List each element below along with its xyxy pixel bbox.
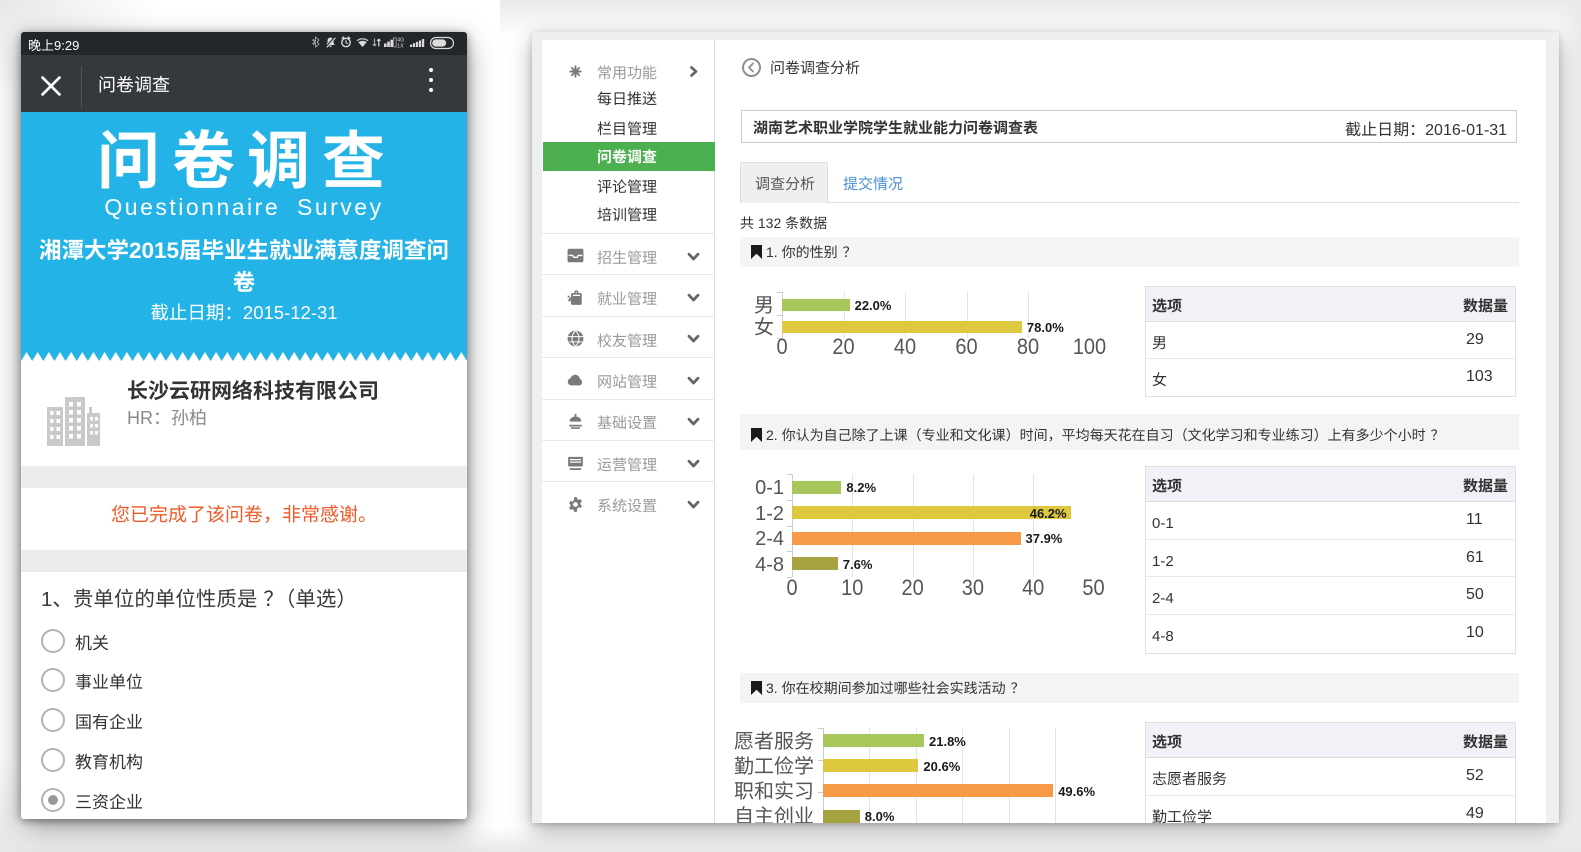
svg-text:1X: 1X bbox=[397, 44, 404, 50]
